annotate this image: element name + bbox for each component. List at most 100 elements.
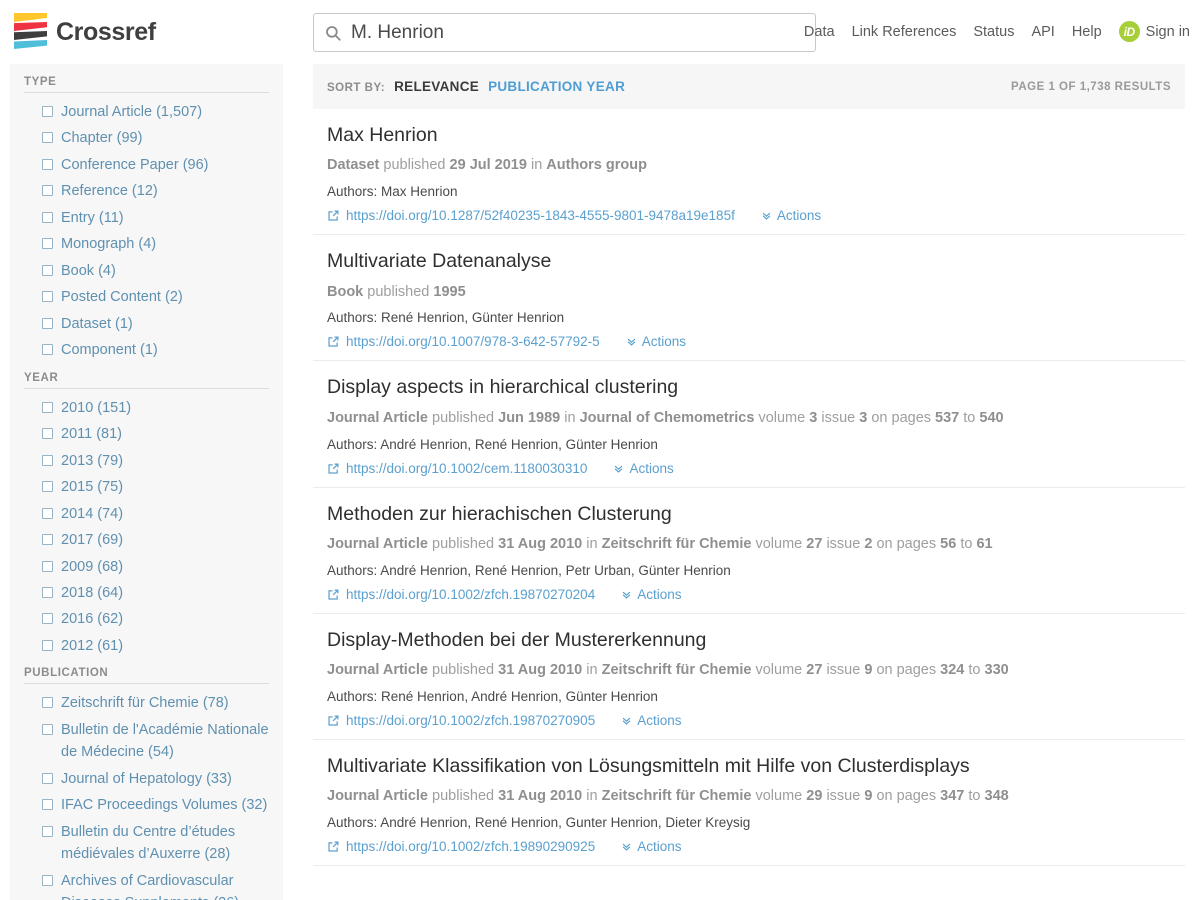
facet-label: Bulletin de l'Académie Nationale de Méde… xyxy=(61,719,269,764)
facet-item-zeitschrift-fur-chemie[interactable]: Zeitschrift für Chemie (78) xyxy=(24,690,269,716)
nav-item-link-references[interactable]: Link References xyxy=(852,24,957,40)
search-input[interactable] xyxy=(351,22,791,44)
facet-item-monograph[interactable]: Monograph (4) xyxy=(24,231,269,257)
facet-item-year-2015[interactable]: 2015 (75) xyxy=(24,474,269,500)
facet-item-year-2014[interactable]: 2014 (74) xyxy=(24,501,269,527)
sort-option-relevance[interactable]: RELEVANCE xyxy=(394,79,479,94)
checkbox-icon[interactable] xyxy=(42,826,53,837)
checkbox-icon[interactable] xyxy=(42,428,53,439)
actions-button[interactable]: Actions xyxy=(621,587,681,602)
facet-item-year-2012[interactable]: 2012 (61) xyxy=(24,633,269,659)
facet-item-archives-cardiovascular-diseases-supplements[interactable]: Archives of Cardiovascular Diseases Supp… xyxy=(24,868,269,900)
checkbox-icon[interactable] xyxy=(42,508,53,519)
facet-item-year-2013[interactable]: 2013 (79) xyxy=(24,448,269,474)
nav-item-api[interactable]: API xyxy=(1031,24,1054,40)
checkbox-icon[interactable] xyxy=(42,587,53,598)
doi-link[interactable]: https://doi.org/10.1002/zfch.19870270905 xyxy=(327,713,595,728)
nav-item-help[interactable]: Help xyxy=(1072,24,1102,40)
checkbox-icon[interactable] xyxy=(42,318,53,329)
result-title[interactable]: Methoden zur hierachischen Clusterung xyxy=(327,502,1171,526)
checkbox-icon[interactable] xyxy=(42,613,53,624)
checkbox-icon[interactable] xyxy=(42,106,53,117)
result-container: Authors group xyxy=(546,157,647,173)
facet-item-year-2016[interactable]: 2016 (62) xyxy=(24,606,269,632)
result-page-end: 348 xyxy=(985,788,1009,804)
external-link-icon xyxy=(327,209,340,222)
facet-label: 2016 (62) xyxy=(61,608,123,630)
in-word: in xyxy=(586,536,597,552)
result-title[interactable]: Display-Methoden bei der Mustererkennung xyxy=(327,628,1171,652)
facet-item-entry[interactable]: Entry (11) xyxy=(24,205,269,231)
facet-item-book[interactable]: Book (4) xyxy=(24,258,269,284)
facet-group-year: YEAR 2010 (151) 2011 (81) 2013 (79) 2015… xyxy=(24,372,269,660)
checkbox-icon[interactable] xyxy=(42,402,53,413)
checkbox-icon[interactable] xyxy=(42,132,53,143)
sign-in-button[interactable]: iD Sign in xyxy=(1119,21,1190,42)
crossref-logo[interactable]: Crossref xyxy=(14,12,156,52)
facet-item-dataset[interactable]: Dataset (1) xyxy=(24,311,269,337)
sort-option-publication-year[interactable]: PUBLICATION YEAR xyxy=(488,79,625,94)
checkbox-icon[interactable] xyxy=(42,534,53,545)
facet-item-journal-of-hepatology[interactable]: Journal of Hepatology (33) xyxy=(24,766,269,792)
doi-link[interactable]: https://doi.org/10.1002/zfch.19890290925 xyxy=(327,839,595,854)
facet-item-year-2009[interactable]: 2009 (68) xyxy=(24,554,269,580)
doi-link[interactable]: https://doi.org/10.1002/zfch.19870270204 xyxy=(327,587,595,602)
result-links: https://doi.org/10.1287/52f40235-1843-45… xyxy=(327,208,1171,223)
facet-item-year-2011[interactable]: 2011 (81) xyxy=(24,421,269,447)
checkbox-icon[interactable] xyxy=(42,481,53,492)
actions-button[interactable]: Actions xyxy=(626,334,686,349)
result-title[interactable]: Display aspects in hierarchical clusteri… xyxy=(327,375,1171,399)
actions-button[interactable]: Actions xyxy=(613,461,673,476)
doi-url: https://doi.org/10.1002/zfch.19870270204 xyxy=(346,587,595,602)
chevron-double-down-icon xyxy=(613,463,624,474)
search-box[interactable] xyxy=(313,13,816,52)
published-word: published xyxy=(383,157,445,173)
result-authors: Authors: Max Henrion xyxy=(327,184,1171,199)
checkbox-icon[interactable] xyxy=(42,697,53,708)
checkbox-icon[interactable] xyxy=(42,212,53,223)
checkbox-icon[interactable] xyxy=(42,455,53,466)
checkbox-icon[interactable] xyxy=(42,159,53,170)
result-title[interactable]: Max Henrion xyxy=(327,123,1171,147)
checkbox-icon[interactable] xyxy=(42,185,53,196)
checkbox-icon[interactable] xyxy=(42,265,53,276)
facet-label: 2011 (81) xyxy=(61,423,122,445)
nav-item-data[interactable]: Data xyxy=(804,24,835,40)
checkbox-icon[interactable] xyxy=(42,724,53,735)
actions-button[interactable]: Actions xyxy=(761,208,821,223)
checkbox-icon[interactable] xyxy=(42,561,53,572)
doi-link[interactable]: https://doi.org/10.1002/cem.1180030310 xyxy=(327,461,587,476)
facet-item-component[interactable]: Component (1) xyxy=(24,337,269,363)
issue-label: issue xyxy=(821,410,855,426)
actions-button[interactable]: Actions xyxy=(621,713,681,728)
facet-item-year-2018[interactable]: 2018 (64) xyxy=(24,580,269,606)
facet-item-posted-content[interactable]: Posted Content (2) xyxy=(24,284,269,310)
result-metadata: Journal Article published 31 Aug 2010 in… xyxy=(327,661,1171,680)
facet-label: Entry (11) xyxy=(61,207,124,229)
checkbox-icon[interactable] xyxy=(42,640,53,651)
facet-item-year-2017[interactable]: 2017 (69) xyxy=(24,527,269,553)
nav-item-status[interactable]: Status xyxy=(973,24,1014,40)
facet-label: 2017 (69) xyxy=(61,529,123,551)
facet-item-reference[interactable]: Reference (12) xyxy=(24,178,269,204)
checkbox-icon[interactable] xyxy=(42,344,53,355)
checkbox-icon[interactable] xyxy=(42,291,53,302)
checkbox-icon[interactable] xyxy=(42,238,53,249)
facet-item-year-2010[interactable]: 2010 (151) xyxy=(24,395,269,421)
checkbox-icon[interactable] xyxy=(42,773,53,784)
facet-item-journal-article[interactable]: Journal Article (1,507) xyxy=(24,99,269,125)
facet-item-conference-paper[interactable]: Conference Paper (96) xyxy=(24,152,269,178)
actions-button[interactable]: Actions xyxy=(621,839,681,854)
checkbox-icon[interactable] xyxy=(42,799,53,810)
facet-item-bulletin-academie-nationale-medecine[interactable]: Bulletin de l'Académie Nationale de Méde… xyxy=(24,717,269,766)
result-title[interactable]: Multivariate Datenanalyse xyxy=(327,249,1171,273)
actions-label: Actions xyxy=(629,461,673,476)
facet-item-ifac-proceedings-volumes[interactable]: IFAC Proceedings Volumes (32) xyxy=(24,792,269,818)
checkbox-icon[interactable] xyxy=(42,875,53,886)
result-page-start: 56 xyxy=(940,536,956,552)
facet-item-chapter[interactable]: Chapter (99) xyxy=(24,125,269,151)
result-title[interactable]: Multivariate Klassifikation von Lösungsm… xyxy=(327,754,1171,778)
facet-item-bulletin-centre-etudes-medievales-auxerre[interactable]: Bulletin du Centre d’études médiévales d… xyxy=(24,819,269,868)
doi-link[interactable]: https://doi.org/10.1287/52f40235-1843-45… xyxy=(327,208,735,223)
doi-link[interactable]: https://doi.org/10.1007/978-3-642-57792-… xyxy=(327,334,600,349)
